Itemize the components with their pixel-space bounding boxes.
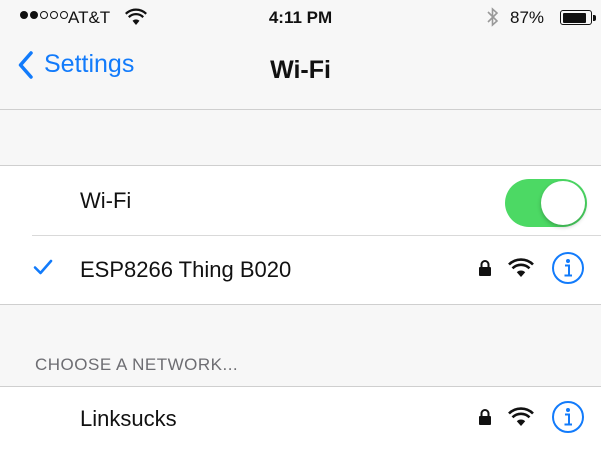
connected-network-row[interactable]: ESP8266 Thing B020 (0, 235, 601, 304)
battery-icon (560, 10, 596, 25)
navigation-bar: Settings Wi-Fi (0, 36, 601, 110)
section-header-choose-network: CHOOSE A NETWORK... (35, 355, 239, 374)
toggle-knob (541, 181, 585, 225)
network-row[interactable]: Linksucks (0, 387, 601, 456)
lock-icon (478, 259, 492, 282)
wifi-toggle-switch[interactable] (505, 179, 587, 227)
battery-level (562, 12, 586, 23)
network-name: Linksucks (80, 406, 177, 431)
available-networks-list: Linksucks (0, 386, 601, 456)
page-title: Wi-Fi (270, 56, 331, 84)
wifi-signal-icon (508, 258, 534, 283)
wifi-toggle-label: Wi-Fi (80, 188, 132, 213)
connected-network-name: ESP8266 Thing B020 (80, 257, 292, 282)
status-bar: AT&T 4:11 PM 87% (0, 0, 601, 36)
wifi-settings-group: Wi-Fi ESP8266 Thing B020 (0, 165, 601, 305)
bluetooth-icon (487, 7, 499, 32)
info-icon[interactable] (551, 400, 585, 439)
wifi-toggle-row: Wi-Fi (0, 166, 601, 235)
info-icon[interactable] (551, 251, 585, 290)
wifi-signal-icon (508, 407, 534, 432)
battery-percentage: 87% (510, 8, 545, 27)
lock-icon (478, 408, 492, 431)
checkmark-icon (33, 259, 53, 280)
